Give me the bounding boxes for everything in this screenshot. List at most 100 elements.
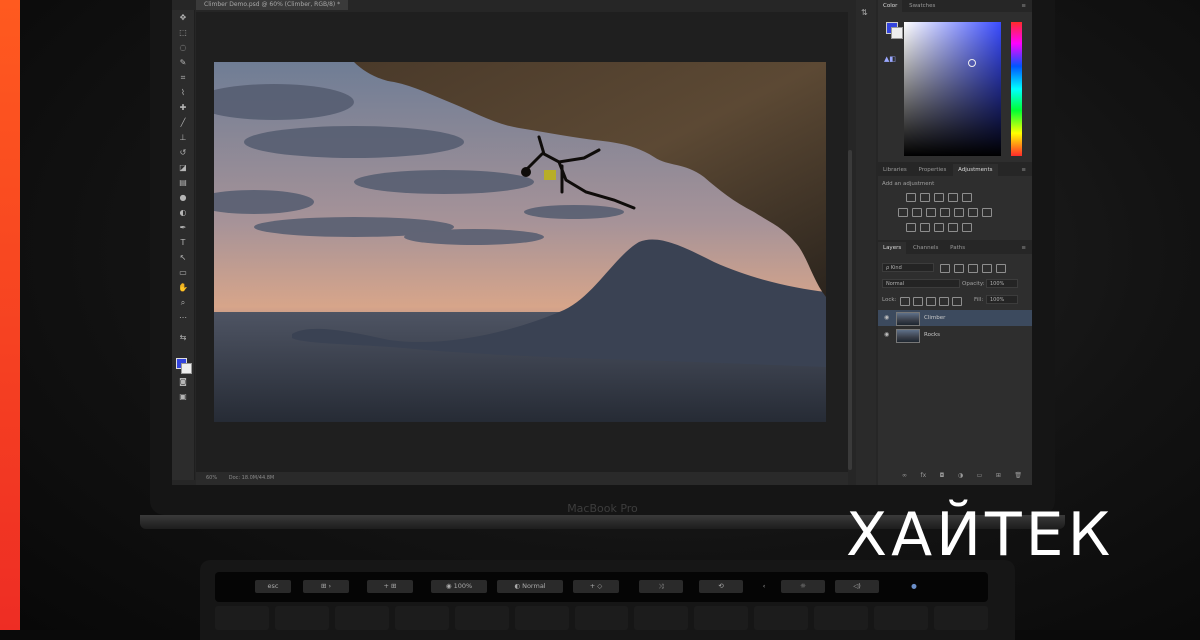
layer-row-climber[interactable]: ◉ Climber [878, 310, 1032, 326]
dodge-tool-icon[interactable]: ◐ [178, 209, 188, 217]
key[interactable] [334, 606, 389, 630]
posterize-icon[interactable] [920, 223, 930, 232]
climber-photo-canvas[interactable] [214, 62, 826, 422]
filter-shape-icon[interactable] [982, 264, 992, 273]
move-tool-icon[interactable]: ✥ [178, 14, 188, 22]
color-picker-ring[interactable] [968, 59, 976, 67]
black-white-icon[interactable] [940, 208, 950, 217]
key[interactable] [454, 606, 509, 630]
history-panel-icon[interactable]: ⇅ [861, 8, 868, 17]
gradient-tool-icon[interactable]: ▤ [178, 179, 188, 187]
touchbar-mask-button[interactable]: + ◇ [573, 580, 619, 593]
type-tool-icon[interactable]: T [178, 239, 188, 247]
tab-swatches[interactable]: Swatches [904, 0, 940, 12]
vertical-scrollbar[interactable] [848, 150, 852, 470]
layer-kind-filter[interactable]: ρ Kind [882, 263, 934, 272]
history-brush-tool-icon[interactable]: ↺ [178, 149, 188, 157]
gradient-map-icon[interactable] [962, 223, 972, 232]
key[interactable] [814, 606, 869, 630]
levels-icon[interactable] [920, 193, 930, 202]
quick-select-tool-icon[interactable]: ✎ [178, 59, 188, 67]
key[interactable] [394, 606, 449, 630]
zoom-level[interactable]: 60% [206, 475, 217, 481]
filter-type-icon[interactable] [968, 264, 978, 273]
channel-mixer-icon[interactable] [968, 208, 978, 217]
key[interactable] [694, 606, 749, 630]
more-tools-icon[interactable]: ⋯ [178, 314, 188, 322]
fill-input[interactable]: 100% [986, 295, 1018, 304]
layer-row-rocks[interactable]: ◉ Rocks [878, 327, 1032, 343]
key[interactable] [215, 606, 269, 630]
filter-smart-object-icon[interactable] [996, 264, 1006, 273]
vibrance-icon[interactable] [898, 208, 908, 217]
color-lookup-icon[interactable] [982, 208, 992, 217]
tab-color[interactable]: Color [878, 0, 903, 12]
background-color-swatch[interactable] [181, 363, 192, 374]
key[interactable] [934, 606, 988, 630]
add-mask-icon[interactable]: ◘ [940, 472, 945, 479]
touchbar-undo-button[interactable]: ⟲ [699, 580, 743, 593]
filter-adjustment-icon[interactable] [954, 264, 964, 273]
touchbar-siri-button[interactable]: ● [905, 580, 923, 593]
new-layer-icon[interactable]: ⊞ [996, 472, 1001, 479]
color-panel-background-swatch[interactable] [891, 27, 903, 39]
touchbar-volume-button[interactable]: ◁) [835, 580, 879, 593]
touchbar-layers-button[interactable]: ⊞ › [303, 580, 349, 593]
photo-filter-icon[interactable] [954, 208, 964, 217]
threshold-icon[interactable] [934, 223, 944, 232]
hue-saturation-icon[interactable] [912, 208, 922, 217]
brightness-contrast-icon[interactable] [906, 193, 916, 202]
exposure-icon[interactable] [948, 193, 958, 202]
tab-layers[interactable]: Layers [878, 242, 907, 254]
delete-layer-icon[interactable]: 🗑 [1014, 472, 1022, 479]
blend-mode-select[interactable]: Normal [882, 279, 960, 288]
lock-image-icon[interactable] [913, 297, 923, 306]
stamp-tool-icon[interactable]: ⊥ [178, 134, 188, 142]
tab-libraries[interactable]: Libraries [878, 164, 912, 176]
lasso-tool-icon[interactable]: ◌ [178, 44, 188, 52]
blur-tool-icon[interactable]: ● [178, 194, 188, 202]
layer-style-icon[interactable]: fx [921, 472, 927, 479]
pen-tool-icon[interactable]: ✒ [178, 224, 188, 232]
healing-tool-icon[interactable]: ✚ [178, 104, 188, 112]
lock-all-icon[interactable] [952, 297, 962, 306]
gradient-map-triangle-icon[interactable] [962, 193, 972, 202]
new-adjustment-icon[interactable]: ◑ [958, 472, 963, 479]
foreground-background-swatches[interactable] [176, 358, 192, 374]
opacity-input[interactable]: 100% [986, 279, 1018, 288]
quick-mask-icon[interactable]: ◙ [178, 378, 188, 386]
invert-icon[interactable] [906, 223, 916, 232]
lock-transparent-icon[interactable] [900, 297, 910, 306]
tab-channels[interactable]: Channels [908, 242, 943, 254]
marquee-tool-icon[interactable]: ⬚ [178, 29, 188, 37]
touchbar-shuffle-button[interactable]: ⤨ [639, 580, 683, 593]
filter-pixel-icon[interactable] [940, 264, 950, 273]
tab-adjustments[interactable]: Adjustments [953, 164, 998, 176]
touchbar-blend-mode-button[interactable]: ◐ Normal [497, 580, 563, 593]
key[interactable] [514, 606, 569, 630]
visibility-eye-icon[interactable]: ◉ [884, 327, 889, 343]
eyedropper-tool-icon[interactable]: ⌇ [178, 89, 188, 97]
link-layers-icon[interactable]: ∞ [902, 472, 907, 479]
hand-tool-icon[interactable]: ✋ [178, 284, 188, 292]
swap-colors-icon[interactable]: ⇆ [178, 334, 188, 342]
adjustments-menu-icon[interactable]: ≡ [1021, 164, 1026, 176]
lock-position-icon[interactable] [926, 297, 936, 306]
document-tab[interactable]: Climber Demo.psd @ 60% (Climber, RGB/8) … [196, 0, 349, 10]
key[interactable] [574, 606, 629, 630]
tab-properties[interactable]: Properties [914, 164, 952, 176]
lock-artboard-icon[interactable] [939, 297, 949, 306]
color-balance-icon[interactable] [926, 208, 936, 217]
visibility-eye-icon[interactable]: ◉ [884, 310, 889, 326]
key[interactable] [874, 606, 929, 630]
screen-mode-icon[interactable]: ▣ [178, 393, 188, 401]
path-select-tool-icon[interactable]: ↖ [178, 254, 188, 262]
shape-tool-icon[interactable]: ▭ [178, 269, 188, 277]
curves-icon[interactable] [934, 193, 944, 202]
tab-paths[interactable]: Paths [945, 242, 970, 254]
layers-menu-icon[interactable]: ≡ [1021, 242, 1026, 254]
touchbar-new-layer-button[interactable]: + ⊞ [367, 580, 413, 593]
touchbar-brightness-button[interactable]: ☼ [781, 580, 825, 593]
brush-tool-icon[interactable]: ╱ [178, 119, 188, 127]
zoom-tool-icon[interactable]: ⌕ [178, 299, 188, 307]
